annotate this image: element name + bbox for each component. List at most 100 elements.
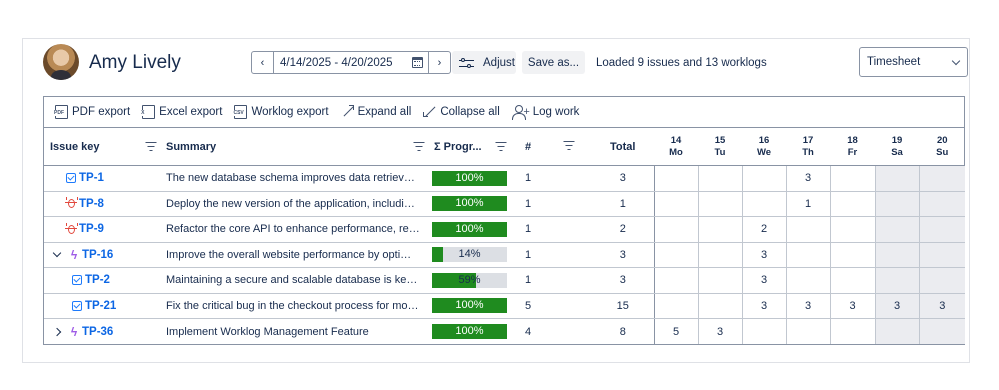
- day-cell[interactable]: [653, 191, 698, 217]
- next-week-button[interactable]: ›: [428, 52, 450, 73]
- chevron-right-icon[interactable]: [52, 327, 62, 336]
- issue-key-link[interactable]: TP-21: [85, 300, 116, 312]
- log-work-button[interactable]: + Log work: [511, 104, 579, 120]
- day-cell[interactable]: [918, 165, 965, 192]
- day-cell[interactable]: [829, 165, 875, 192]
- col-count[interactable]: #: [510, 127, 546, 166]
- save-as-button[interactable]: Save as...: [522, 51, 585, 74]
- day-cell[interactable]: 3: [697, 318, 742, 344]
- pdf-export-button[interactable]: PDF PDF export: [53, 104, 130, 119]
- day-cell[interactable]: 3: [829, 293, 875, 319]
- col-count-filter[interactable]: [546, 127, 592, 166]
- column-filter-icon[interactable]: [495, 142, 506, 151]
- table-row[interactable]: TP-8 Deploy the new version of the applic…: [44, 191, 965, 217]
- day-cell[interactable]: 5: [653, 318, 698, 344]
- day-cell[interactable]: [829, 267, 875, 294]
- expand-all-button[interactable]: Expand all: [341, 104, 411, 119]
- day-cell[interactable]: [874, 216, 919, 243]
- day-cell[interactable]: 3: [785, 165, 830, 192]
- day-cell[interactable]: [785, 242, 830, 268]
- date-range-field[interactable]: 4/14/2025 - 4/20/2025: [274, 52, 428, 73]
- day-cell[interactable]: [918, 191, 965, 217]
- excel-export-button[interactable]: X Excel export: [140, 104, 222, 119]
- issue-key-link[interactable]: TP-36: [82, 326, 113, 338]
- table-row[interactable]: ϟ TP-36 Implement Worklog Management Featu…: [44, 318, 965, 345]
- day-cell[interactable]: 3: [918, 293, 965, 319]
- day-cell[interactable]: [829, 191, 875, 217]
- day-cell[interactable]: [918, 216, 965, 243]
- day-cell[interactable]: [829, 242, 875, 268]
- day-cell[interactable]: [697, 293, 742, 319]
- view-select[interactable]: Timesheet: [859, 47, 968, 77]
- column-filter-icon[interactable]: [564, 141, 575, 150]
- day-cell[interactable]: [697, 165, 742, 192]
- issue-key-link[interactable]: TP-2: [85, 274, 110, 286]
- day-cell[interactable]: [697, 267, 742, 294]
- col-day[interactable]: 20 Su: [919, 127, 965, 166]
- summary-cell[interactable]: Maintaining a secure and scalable databa…: [160, 267, 428, 294]
- day-cell[interactable]: [874, 318, 919, 344]
- day-cell[interactable]: [918, 318, 965, 344]
- worklog-export-button[interactable]: CSV Worklog export: [232, 104, 329, 119]
- day-cell[interactable]: [874, 267, 919, 294]
- summary-cell[interactable]: Refactor the core API to enhance perform…: [160, 216, 428, 243]
- day-cell[interactable]: [741, 318, 786, 344]
- collapse-all-button[interactable]: Collapse all: [423, 105, 499, 119]
- day-cell[interactable]: [697, 242, 742, 268]
- summary-cell[interactable]: Implement Worklog Management Feature: [160, 319, 428, 345]
- issue-key-link[interactable]: TP-8: [79, 198, 104, 210]
- day-cell[interactable]: [653, 216, 698, 243]
- col-day[interactable]: 17 Th: [786, 127, 830, 166]
- avatar[interactable]: [43, 44, 79, 80]
- day-cell[interactable]: 3: [874, 293, 919, 319]
- day-cell[interactable]: [697, 191, 742, 217]
- day-cell[interactable]: 3: [785, 293, 830, 319]
- day-cell[interactable]: [653, 242, 698, 268]
- day-cell[interactable]: [785, 318, 830, 344]
- day-cell[interactable]: 3: [741, 267, 786, 294]
- day-cell[interactable]: [697, 216, 742, 243]
- col-day[interactable]: 16 We: [742, 127, 786, 166]
- col-day[interactable]: 19 Sa: [875, 127, 919, 166]
- table-row[interactable]: TP-9 Refactor the core API to enhance per…: [44, 216, 965, 243]
- day-cell[interactable]: [829, 216, 875, 243]
- day-cell[interactable]: [653, 293, 698, 319]
- table-row[interactable]: TP-21 Fix the critical bug in the checkou…: [44, 293, 965, 319]
- col-progress[interactable]: Σ Progr...: [428, 127, 510, 166]
- day-cell[interactable]: [785, 216, 830, 243]
- day-cell[interactable]: 3: [741, 293, 786, 319]
- col-day[interactable]: 14 Mo: [654, 127, 698, 166]
- day-cell[interactable]: [653, 165, 698, 192]
- day-cell[interactable]: [785, 267, 830, 294]
- day-cell[interactable]: [653, 267, 698, 294]
- day-cell[interactable]: [874, 165, 919, 192]
- chevron-down-icon[interactable]: [52, 249, 62, 258]
- issue-key-link[interactable]: TP-9: [79, 223, 104, 235]
- issue-key-link[interactable]: TP-16: [82, 249, 113, 261]
- day-cell[interactable]: 2: [741, 216, 786, 243]
- summary-cell[interactable]: Improve the overall website performance …: [160, 242, 428, 268]
- issue-key-link[interactable]: TP-1: [79, 172, 104, 184]
- table-row[interactable]: TP-2 Maintaining a secure and scalable da…: [44, 267, 965, 294]
- col-day[interactable]: 15 Tu: [698, 127, 742, 166]
- day-cell[interactable]: 1: [785, 191, 830, 217]
- adjust-button[interactable]: Adjust: [452, 51, 516, 74]
- day-cell[interactable]: [741, 165, 786, 192]
- col-issue-key[interactable]: Issue key: [44, 127, 160, 166]
- day-cell[interactable]: [829, 318, 875, 344]
- col-summary[interactable]: Summary: [160, 127, 428, 166]
- summary-cell[interactable]: Deploy the new version of the applicatio…: [160, 191, 428, 217]
- summary-cell[interactable]: The new database schema improves data re…: [160, 165, 428, 192]
- day-cell[interactable]: [918, 267, 965, 294]
- col-day[interactable]: 18 Fr: [830, 127, 875, 166]
- day-cell[interactable]: 3: [741, 242, 786, 268]
- column-filter-icon[interactable]: [145, 142, 156, 151]
- table-row[interactable]: TP-1 The new database schema improves dat…: [44, 165, 965, 192]
- day-cell[interactable]: [874, 242, 919, 268]
- day-cell[interactable]: [874, 191, 919, 217]
- table-row[interactable]: ϟ TP-16 Improve the overall website perfor…: [44, 242, 965, 268]
- column-filter-icon[interactable]: [413, 142, 424, 151]
- previous-week-button[interactable]: ‹: [252, 52, 274, 73]
- col-total[interactable]: Total: [592, 127, 654, 166]
- calendar-icon[interactable]: [412, 57, 423, 68]
